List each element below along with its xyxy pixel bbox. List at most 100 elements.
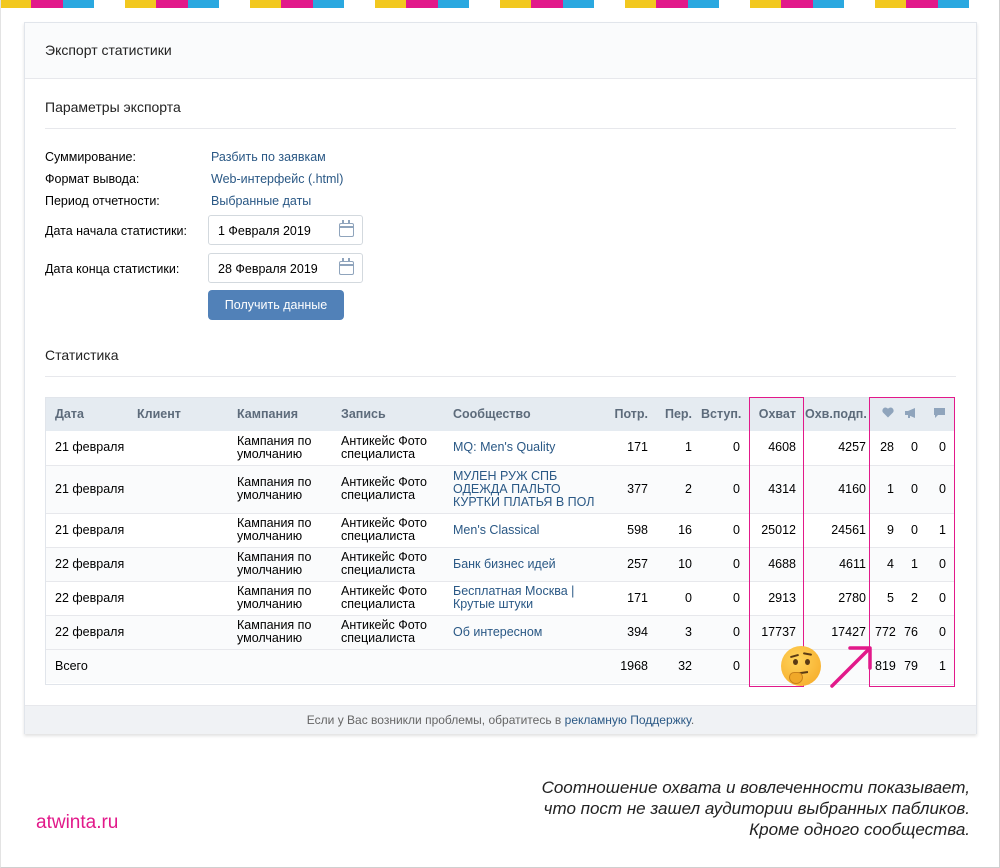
- cell-reposts: 0: [911, 440, 918, 455]
- cell-community[interactable]: Об интересном: [443, 615, 611, 649]
- col-spent[interactable]: Потр.: [611, 397, 657, 431]
- total-empty-cell: [227, 649, 331, 683]
- table-row: 22 февраля Кампания по умолчанию Антикейс …: [45, 615, 955, 649]
- start-date-label: Дата начала статистики:: [45, 224, 188, 238]
- total-spent: 1968: [620, 658, 648, 673]
- stripe-segment: [937, 0, 969, 8]
- stripe-segment: [562, 0, 594, 8]
- stripe-segment: [312, 0, 344, 8]
- cell-spent: 171: [627, 590, 648, 605]
- export-stats-window: Экспорт статистики Параметры экспорта Су…: [24, 22, 977, 734]
- support-link[interactable]: рекламную Поддержку: [565, 713, 691, 727]
- cell-post: Антикейс Фото специалиста: [341, 433, 427, 461]
- total-likes: 819: [875, 658, 896, 673]
- caption-line: что пост не зашел аудитории выбранных па…: [543, 799, 970, 818]
- megaphone-icon[interactable]: [903, 397, 927, 431]
- col-campaign[interactable]: Кампания: [227, 397, 331, 431]
- cell-community[interactable]: Men's Classical: [443, 513, 611, 547]
- cell-campaign: Кампания по умолчанию: [237, 433, 312, 461]
- stripe-segment: [218, 0, 250, 8]
- format-value-link[interactable]: Web-интерфейс (.html): [211, 172, 343, 186]
- cell-joins: 0: [733, 556, 740, 571]
- stripe-segment: [0, 0, 32, 8]
- stripe-segment: [625, 0, 657, 8]
- cell-joins: 0: [733, 440, 740, 455]
- cell-post: Антикейс Фото специалиста: [341, 550, 427, 577]
- cell-campaign: Кампания по умолчанию: [237, 618, 312, 645]
- stripe-segment: [750, 0, 782, 8]
- col-date[interactable]: Дата: [45, 397, 127, 431]
- stripe-segment: [468, 0, 500, 8]
- col-community[interactable]: Сообщество: [443, 397, 611, 431]
- stripe-segment: [250, 0, 282, 8]
- table-row: 21 февраля Кампания по умолчанию Антикейс …: [45, 465, 955, 513]
- table-row: 22 февраля Кампания по умолчанию Антикейс …: [45, 581, 955, 615]
- cell-community[interactable]: MQ: Men's Quality: [443, 431, 611, 465]
- cell-post: Антикейс Фото специалиста: [341, 475, 427, 502]
- cell-client: [127, 615, 227, 649]
- col-reach-subs[interactable]: Охв.подп.: [805, 397, 875, 431]
- col-clicks[interactable]: Пер.: [657, 397, 701, 431]
- total-label: Всего: [55, 658, 88, 673]
- cell-reach: 17737: [761, 624, 796, 639]
- cell-spent: 598: [627, 522, 648, 537]
- cell-reach: 4608: [768, 440, 796, 455]
- cell-joins: 0: [733, 481, 740, 496]
- table-row: 21 февраля Кампания по умолчанию Антикейс …: [45, 431, 955, 465]
- end-date-field[interactable]: 28 Февраля 2019: [208, 253, 363, 283]
- cell-community[interactable]: Бесплатная Москва | Крутые штуки: [443, 581, 611, 615]
- col-joins[interactable]: Вступ.: [701, 397, 749, 431]
- cell-clicks: 16: [678, 522, 692, 537]
- cell-reach-subs: 4611: [839, 556, 866, 571]
- cell-comments: 0: [939, 440, 946, 455]
- brand-watermark: atwinta.ru: [36, 812, 119, 833]
- cell-spent: 171: [627, 440, 648, 455]
- cell-clicks: 1: [685, 440, 692, 455]
- cell-likes: 5: [887, 590, 894, 605]
- cell-campaign: Кампания по умолчанию: [237, 516, 312, 543]
- cell-reposts: 0: [911, 481, 918, 496]
- cell-joins: 0: [733, 624, 740, 639]
- total-reposts: 79: [904, 658, 918, 673]
- cell-client: [127, 513, 227, 547]
- end-date-label: Дата конца статистики:: [45, 262, 180, 276]
- get-data-button[interactable]: Получить данные: [208, 290, 344, 320]
- stripe-segment: [125, 0, 157, 8]
- period-label: Период отчетности:: [45, 194, 160, 208]
- start-date-field[interactable]: 1 Февраля 2019: [208, 215, 363, 245]
- cell-reposts: 2: [911, 590, 918, 605]
- stats-section-title: Статистика: [45, 347, 119, 363]
- summation-value-link[interactable]: Разбить по заявкам: [211, 150, 326, 164]
- stripe-segment: [62, 0, 94, 8]
- cell-comments: 1: [939, 522, 946, 537]
- table-row: 21 февраля Кампания по умолчанию Антикейс …: [45, 513, 955, 547]
- period-value-link[interactable]: Выбранные даты: [211, 194, 311, 208]
- decorative-top-stripe: [0, 0, 1000, 8]
- footer-period: .: [690, 713, 695, 727]
- cell-likes: 4: [887, 556, 894, 571]
- stripe-segment: [593, 0, 625, 8]
- comment-icon[interactable]: [927, 397, 955, 431]
- cell-comments: 0: [939, 624, 946, 639]
- end-date-value: 28 Февраля 2019: [218, 262, 318, 276]
- cell-campaign: Кампания по умолчанию: [237, 550, 312, 577]
- cell-likes: 772: [875, 624, 896, 639]
- col-client[interactable]: Клиент: [127, 397, 227, 431]
- col-reach[interactable]: Охват: [749, 397, 805, 431]
- window-title: Экспорт статистики: [25, 23, 976, 79]
- cell-post: Антикейс Фото специалиста: [341, 584, 427, 611]
- cell-community[interactable]: МУЛЕН РУЖ СПБ ОДЕЖДА ПАЛЬТО КУРТКИ ПЛАТЬ…: [443, 465, 611, 513]
- cell-reposts: 1: [911, 556, 918, 571]
- thinking-face-icon: [781, 646, 821, 686]
- cell-post: Антикейс Фото специалиста: [341, 618, 427, 645]
- cell-spent: 257: [627, 556, 648, 571]
- col-post[interactable]: Запись: [331, 397, 443, 431]
- calendar-icon[interactable]: [339, 220, 354, 237]
- calendar-icon[interactable]: [339, 258, 354, 275]
- stripe-segment: [531, 0, 563, 8]
- cell-community[interactable]: Банк бизнес идей: [443, 547, 611, 581]
- cell-likes: 28: [880, 440, 894, 455]
- cell-client: [127, 547, 227, 581]
- heart-icon[interactable]: [875, 397, 903, 431]
- cell-clicks: 3: [685, 624, 692, 639]
